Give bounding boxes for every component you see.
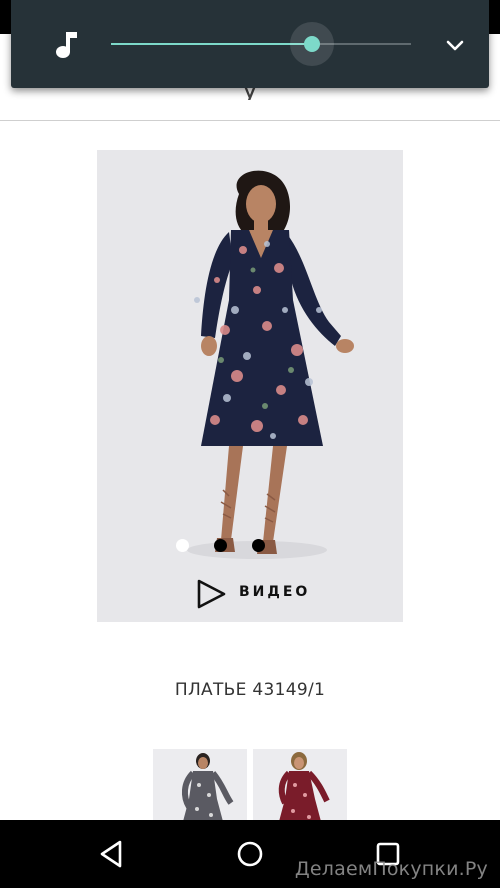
music-note-icon — [56, 32, 77, 58]
thumbnail-grey-image — [153, 749, 247, 829]
thumbnail-burgundy-floral-dress[interactable] — [253, 749, 347, 829]
product-image-carousel[interactable]: ВИДЕО — [97, 150, 403, 622]
product-title: ПЛАТЬЕ 43149/1 — [174, 680, 326, 700]
carousel-dot[interactable] — [176, 539, 189, 552]
thumbnail-burgundy-image — [253, 749, 347, 829]
volume-slider[interactable] — [111, 22, 411, 66]
play-icon — [197, 579, 226, 609]
home-icon[interactable] — [230, 834, 270, 874]
video-button[interactable]: ВИДЕО — [195, 576, 315, 612]
slider-fill — [111, 43, 312, 45]
slider-thumb[interactable] — [304, 36, 320, 52]
watermark-text: ДелаемПокупки.Ру — [294, 858, 488, 880]
carousel-dot[interactable] — [252, 539, 265, 552]
video-label: ВИДЕО — [239, 584, 311, 600]
carousel-dots — [97, 536, 403, 556]
volume-panel — [11, 0, 489, 88]
thumbnail-grey-floral-dress[interactable] — [153, 749, 247, 829]
carousel-dot[interactable] — [214, 539, 227, 552]
chevron-down-icon[interactable] — [443, 34, 467, 58]
back-icon[interactable] — [92, 834, 132, 874]
